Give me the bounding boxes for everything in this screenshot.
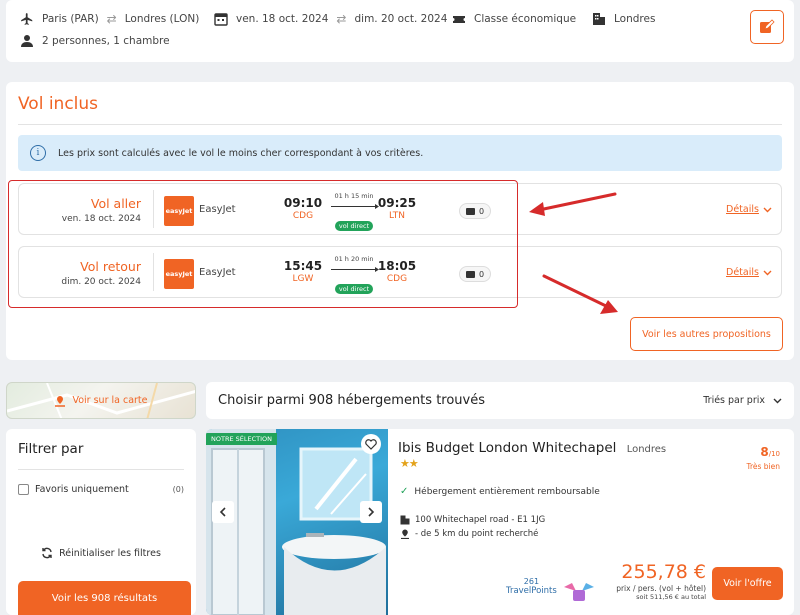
cabin-class: Classe économique (474, 13, 577, 25)
hotel-address: 100 Whitechapel road - E1 1JG (400, 515, 545, 525)
map-label: Voir sur la carte (72, 395, 148, 406)
other-proposals-button[interactable]: Voir les autres propositions (630, 317, 783, 351)
hotel-name[interactable]: Ibis Budget London Whitechapel (398, 440, 616, 456)
divider (18, 124, 782, 125)
search-summary-bar: Paris (PAR) ⇄ Londres (LON) ven. 18 oct.… (6, 0, 794, 62)
reset-filters-button[interactable]: Réinitialiser les filtres (6, 547, 196, 559)
ticket-icon (452, 12, 466, 26)
travelpoints-value: 261 (523, 577, 540, 586)
date-end: dim. 20 oct. 2024 (354, 13, 448, 25)
distance-text: - de 5 km du point recherché (415, 529, 539, 539)
chevron-left-icon[interactable] (212, 501, 234, 523)
price-value: 255,78 € (621, 561, 706, 583)
price-block: 255,78 € prix / pers. (vol + hôtel) soit… (606, 561, 706, 601)
star-rating: ★★ (400, 457, 419, 470)
date-start: ven. 18 oct. 2024 (236, 13, 329, 25)
building-icon (400, 515, 410, 525)
check-icon: ✓ (400, 486, 409, 497)
favorites-filter[interactable]: Favoris uniquement (0) (18, 484, 184, 495)
travelpoints-logo (564, 583, 594, 601)
calendar-icon (214, 12, 228, 26)
swap-icon: ⇄ (106, 12, 117, 26)
annotation-arrow (542, 274, 618, 314)
refund-text: Hébergement entièrement remboursable (414, 486, 600, 497)
section-title: Vol inclus (18, 94, 99, 114)
score-label: Très bien (746, 462, 780, 471)
info-text: Les prix sont calculés avec le vol le mo… (58, 147, 424, 159)
details-link[interactable]: Détails (726, 204, 772, 215)
edit-icon (759, 19, 775, 35)
results-header: Choisir parmi 908 hébergements trouvés T… (206, 382, 794, 419)
price-unit: prix / pers. (vol + hôtel) (616, 584, 706, 593)
chevron-right-icon[interactable] (360, 501, 382, 523)
info-icon: i (30, 145, 46, 161)
location-icon (400, 529, 410, 539)
view-map-button[interactable]: Voir sur la carte (6, 382, 196, 419)
hotel-city: Londres (626, 444, 667, 455)
favorites-count: (0) (172, 485, 184, 494)
hotel-card: NOTRE SÉLECTION Ibis Budget London White… (206, 429, 794, 615)
dates-row: ven. 18 oct. 2024 ⇄ dim. 20 oct. 2024 (214, 12, 447, 26)
sort-dropdown[interactable]: Triés par prix (703, 395, 782, 406)
destination-row: Londres (592, 12, 655, 26)
info-banner: i Les prix sont calculés avec le vol le … (18, 135, 782, 171)
travelpoints-label: TravelPoints (506, 586, 557, 596)
divider (18, 469, 184, 470)
swap-icon: ⇄ (336, 12, 347, 26)
address-text: 100 Whitechapel road - E1 1JG (415, 515, 546, 525)
destination-city: Londres (LON) (124, 13, 200, 25)
details-label: Détails (726, 204, 759, 215)
annotation-arrow (529, 192, 617, 216)
details-link[interactable]: Détails (726, 267, 772, 278)
edit-search-button[interactable] (750, 10, 784, 44)
map-button-content: Voir sur la carte (54, 395, 148, 407)
chevron-down-icon (763, 207, 772, 213)
price-total: soit 511,56 € au total (636, 593, 706, 601)
selection-badge: NOTRE SÉLECTION (206, 433, 278, 445)
see-results-button[interactable]: Voir les 908 résultats (18, 581, 191, 615)
chevron-down-icon (773, 398, 782, 404)
building-icon (592, 12, 606, 26)
map-pin-icon (54, 395, 66, 407)
hotel-distance: - de 5 km du point recherché (400, 529, 538, 539)
details-label: Détails (726, 267, 759, 278)
cabin-row: Classe économique (452, 12, 576, 26)
view-offer-button[interactable]: Voir l'offre (712, 567, 783, 600)
filter-title: Filtrer par (18, 441, 84, 457)
score-scale: /10 (768, 450, 780, 458)
heart-icon[interactable] (361, 434, 381, 454)
hotel-name-row: Ibis Budget London Whitechapel Londres (398, 440, 666, 456)
plane-icon (20, 12, 34, 26)
chevron-down-icon (763, 270, 772, 276)
review-score: 8/10 Très bien (746, 441, 780, 471)
travelpoints: 261 TravelPoints (506, 577, 557, 596)
refresh-icon (41, 547, 53, 559)
results-title: Choisir parmi 908 hébergements trouvés (218, 393, 486, 408)
sort-label: Triés par prix (703, 395, 765, 406)
hotel-photo[interactable]: NOTRE SÉLECTION (206, 429, 388, 615)
origin-city: Paris (PAR) (42, 13, 99, 25)
route-row: Paris (PAR) ⇄ Londres (LON) (20, 12, 199, 26)
travelers-row: 2 personnes, 1 chambre (20, 34, 170, 48)
hotel-destination: Londres (614, 13, 656, 25)
filter-panel: Filtrer par Favoris uniquement (0) Réini… (6, 429, 196, 615)
person-icon (20, 34, 34, 48)
travelers-summary: 2 personnes, 1 chambre (42, 35, 170, 47)
annotation-highlight-box (8, 180, 518, 308)
reset-label: Réinitialiser les filtres (59, 547, 161, 559)
favorites-checkbox[interactable] (18, 484, 29, 495)
favorites-label: Favoris uniquement (35, 484, 129, 495)
refund-policy: ✓ Hébergement entièrement remboursable (400, 486, 600, 497)
score-value: 8 (760, 445, 769, 459)
